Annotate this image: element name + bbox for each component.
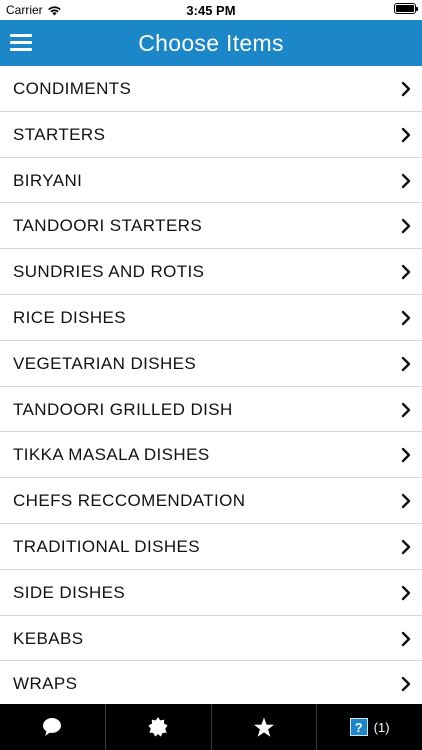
speech-bubble-icon [43, 718, 62, 736]
list-item-label: TIKKA MASALA DISHES [13, 445, 210, 465]
list-item-label: BIRYANI [13, 170, 83, 190]
list-item[interactable]: STARTERS [0, 111, 422, 158]
status-time: 3:45 PM [186, 3, 236, 18]
category-list: CONDIMENTS STARTERS BIRYANI TANDOORI STARTE… [0, 66, 422, 708]
page-title: Choose Items [138, 30, 284, 56]
tab-favourites[interactable] [212, 704, 318, 750]
list-item-label: SIDE DISHES [13, 582, 126, 602]
list-item[interactable]: TRADITIONAL DISHES [0, 523, 422, 570]
cart-count: (1) [373, 719, 390, 735]
list-item-label: TRADITIONAL DISHES [13, 536, 200, 556]
list-item[interactable]: CHEFS RECCOMENDATION [0, 478, 422, 524]
chevron-right-icon [401, 402, 411, 417]
list-item-label: TANDOORI GRILLED DISH [13, 399, 233, 419]
chevron-right-icon [401, 539, 411, 555]
list-item[interactable]: SIDE DISHES [0, 569, 422, 616]
tab-chat[interactable] [0, 704, 106, 750]
cart-icon: ? [349, 718, 368, 736]
list-item[interactable]: SUNDRIES AND ROTIS [0, 249, 422, 295]
chevron-right-icon [401, 127, 411, 142]
battery-icon [394, 3, 418, 14]
list-item-label: WRAPS [13, 674, 78, 694]
list-item[interactable]: KEBABS [0, 615, 422, 662]
list-item-label: CONDIMENTS [13, 79, 132, 98]
tab-cart[interactable]: ? (1) [317, 704, 422, 750]
tab-offers[interactable] [106, 704, 212, 750]
list-item[interactable]: WRAPS [0, 661, 422, 708]
chevron-right-icon [401, 173, 411, 188]
chevron-right-icon [401, 585, 411, 600]
chevron-right-icon [401, 81, 411, 97]
chevron-right-icon [401, 356, 411, 371]
list-item[interactable]: TIKKA MASALA DISHES [0, 432, 422, 479]
tab-bar: ? (1) [0, 704, 422, 750]
chevron-right-icon [401, 631, 411, 646]
list-item-label: KEBABS [13, 628, 84, 648]
cart-badge: ? (1) [349, 718, 390, 736]
list-item-label: CHEFS RECCOMENDATION [13, 491, 246, 511]
badge-star-icon [148, 717, 168, 737]
list-item[interactable]: CONDIMENTS [0, 66, 422, 112]
chevron-right-icon [401, 310, 411, 326]
chevron-right-icon [401, 219, 411, 234]
star-icon [253, 717, 274, 737]
list-item[interactable]: TANDOORI GRILLED DISH [0, 386, 422, 433]
list-item-label: SUNDRIES AND ROTIS [13, 262, 205, 282]
list-item-label: STARTERS [13, 124, 106, 144]
list-item-label: VEGETARIAN DISHES [13, 353, 197, 373]
status-right [394, 3, 418, 17]
chevron-right-icon [401, 448, 411, 463]
list-item-label: RICE DISHES [13, 307, 127, 327]
list-item[interactable]: VEGETARIAN DISHES [0, 340, 422, 387]
chevron-right-icon [401, 493, 411, 509]
chevron-right-icon [401, 677, 411, 692]
hamburger-menu-icon[interactable] [10, 34, 32, 52]
nav-bar: Choose Items [0, 20, 422, 66]
chevron-right-icon [401, 264, 411, 280]
status-bar: Carrier 3:45 PM [0, 0, 422, 20]
list-item[interactable]: TANDOORI STARTERS [0, 203, 422, 250]
list-item[interactable]: RICE DISHES [0, 294, 422, 341]
list-item[interactable]: BIRYANI [0, 157, 422, 204]
list-item-label: TANDOORI STARTERS [13, 216, 203, 236]
